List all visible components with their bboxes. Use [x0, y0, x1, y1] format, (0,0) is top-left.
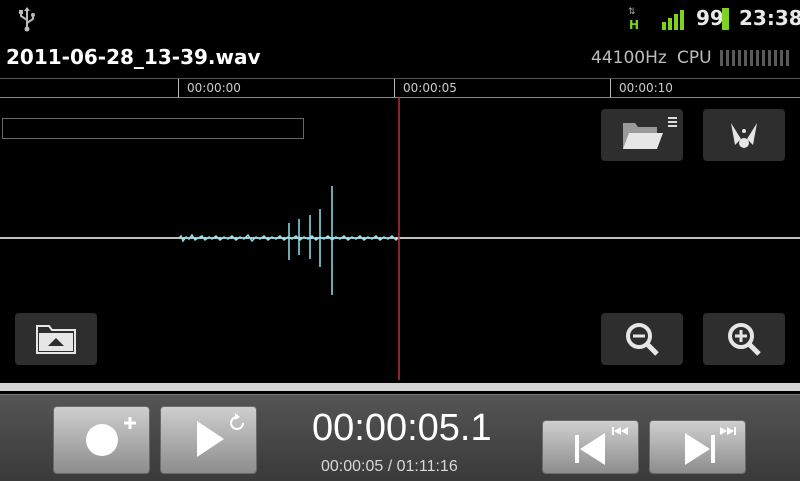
zoom-in-icon — [728, 323, 761, 356]
timeline-tick — [178, 79, 179, 97]
sample-rate: 44100Hz — [591, 48, 667, 68]
timeline-ruler[interactable]: 00:00:00 00:00:05 00:00:10 — [0, 78, 800, 98]
clock: 23:38 — [739, 6, 800, 30]
play-button[interactable] — [160, 406, 257, 474]
timeline-tick — [394, 79, 395, 97]
zoom-in-button[interactable] — [703, 313, 785, 365]
skip-back-button[interactable] — [542, 420, 639, 474]
play-repeat-icon — [197, 413, 244, 457]
selection-range[interactable] — [2, 118, 304, 139]
marker-button[interactable] — [703, 109, 785, 161]
record-button[interactable] — [53, 406, 150, 474]
file-name: 2011-06-28_13-39.wav — [6, 45, 261, 69]
folder-up-icon — [36, 325, 76, 354]
skip-back-icon — [575, 427, 628, 465]
usb-icon — [19, 7, 35, 32]
timeline-label: 00:00:05 — [403, 81, 457, 95]
cpu-meter — [720, 50, 792, 66]
current-time: 00:00:05.1 — [312, 407, 492, 449]
marker-icon — [731, 123, 757, 148]
timeline-tick — [610, 79, 611, 97]
scroll-bar[interactable] — [0, 380, 800, 394]
battery-icon — [722, 8, 729, 30]
status-bar: ⇅ H 99 23:38 — [0, 0, 800, 38]
folder-open-menu-icon — [623, 117, 677, 149]
battery-level: 99 — [696, 6, 724, 30]
scroll-thumb[interactable] — [0, 383, 800, 391]
record-new-icon — [86, 417, 136, 456]
zoom-out-icon — [626, 323, 659, 356]
skip-forward-button[interactable] — [649, 420, 746, 474]
open-file-button[interactable] — [601, 109, 683, 161]
position-total: 00:00:05 / 01:11:16 — [321, 458, 458, 475]
cpu-label: CPU — [677, 48, 712, 68]
timeline-label: 00:00:00 — [187, 81, 241, 95]
zoom-out-button[interactable] — [601, 313, 683, 365]
skip-forward-icon — [685, 427, 736, 465]
signal-strength-icon — [662, 8, 688, 30]
network-type-icon: ⇅ H — [628, 7, 640, 33]
folder-up-button[interactable] — [15, 313, 97, 365]
waveform — [178, 186, 399, 295]
timeline-label: 00:00:10 — [619, 81, 673, 95]
